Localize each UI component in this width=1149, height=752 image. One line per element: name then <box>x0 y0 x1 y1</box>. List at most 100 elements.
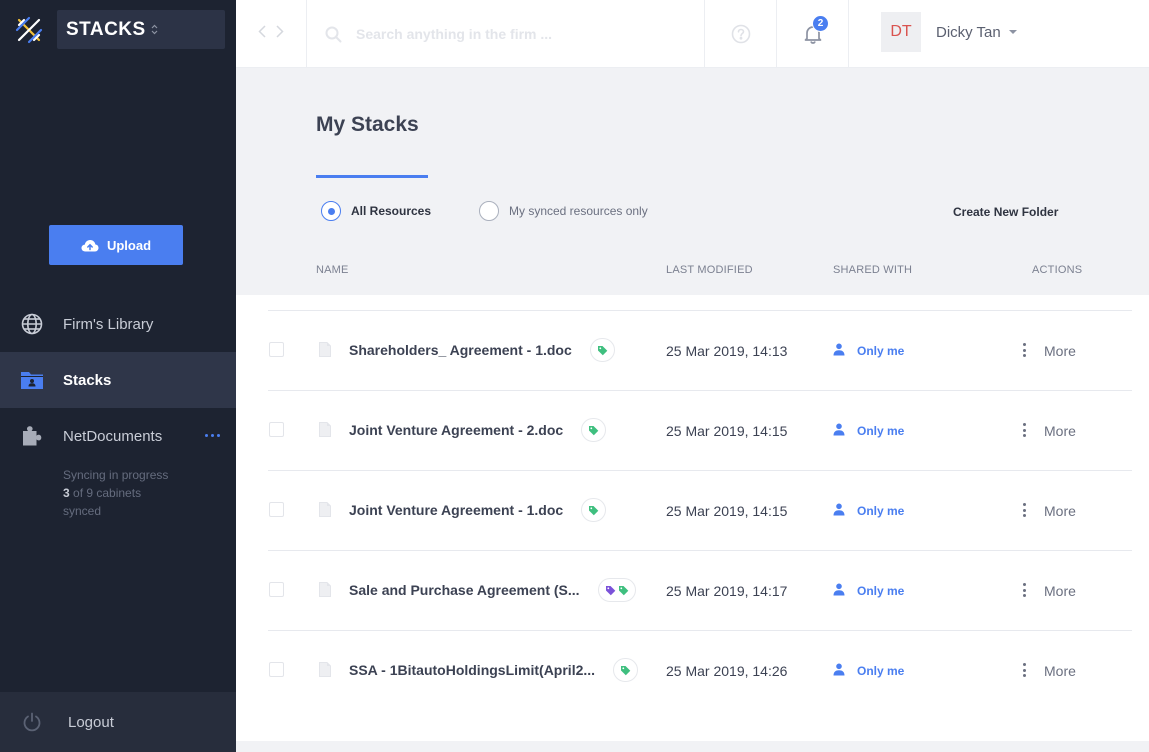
sidebar-item-label: NetDocuments <box>63 427 163 445</box>
resources-table: Shareholders_ Agreement - 1.doc 25 Mar 2… <box>236 295 1149 741</box>
row-checkbox[interactable] <box>269 582 284 597</box>
tags-pill[interactable] <box>581 418 606 442</box>
file-name[interactable]: SSA - 1BitautoHoldingsLimit(April2... <box>349 662 595 678</box>
search-icon <box>325 26 342 42</box>
row-checkbox[interactable] <box>269 502 284 517</box>
forward-arrow-icon[interactable] <box>276 25 284 43</box>
column-header-shared-with: SHARED WITH <box>833 264 913 276</box>
notification-count-badge: 2 <box>812 15 829 32</box>
shared-with[interactable]: Only me <box>857 504 904 518</box>
upload-button[interactable]: Upload <box>49 225 183 265</box>
search-bar <box>307 0 705 68</box>
upload-button-label: Upload <box>106 237 152 253</box>
person-icon <box>833 423 845 436</box>
column-header-last-modified[interactable]: LAST MODIFIED <box>666 264 753 276</box>
logout-button[interactable]: Logout <box>0 692 236 752</box>
caret-down-icon <box>1008 30 1017 34</box>
last-modified: 25 Mar 2019, 14:17 <box>666 583 788 599</box>
more-actions-button[interactable]: More <box>1044 583 1076 599</box>
filter-synced-only[interactable]: My synced resources only <box>479 201 648 221</box>
app-name: STACKS <box>66 18 146 40</box>
sidebar-item-label: Firm's Library <box>63 315 154 333</box>
notifications-button[interactable]: 2 <box>777 0 849 68</box>
sync-status-line: synced <box>63 504 102 518</box>
document-icon <box>319 582 331 597</box>
kebab-menu-icon[interactable] <box>1023 343 1026 357</box>
table-bottom-strip <box>236 741 1149 752</box>
filter-label: All Resources <box>351 204 432 218</box>
back-arrow-icon[interactable] <box>258 25 266 43</box>
table-row[interactable]: Joint Venture Agreement - 1.doc 25 Mar 2… <box>268 470 1132 550</box>
user-menu[interactable]: DT Dicky Tan <box>881 12 1017 52</box>
table-row[interactable]: Shareholders_ Agreement - 1.doc 25 Mar 2… <box>268 310 1132 390</box>
stacks-logo-icon[interactable] <box>15 16 43 44</box>
document-icon <box>319 662 331 677</box>
shared-with[interactable]: Only me <box>857 664 904 678</box>
tag-green-icon <box>598 345 608 355</box>
person-icon <box>833 583 845 596</box>
tag-purple-icon <box>606 585 616 595</box>
column-header-name[interactable]: NAME <box>316 264 349 276</box>
sync-status-line: Syncing in progress <box>63 468 169 482</box>
tag-green-icon <box>621 665 631 675</box>
shared-with[interactable]: Only me <box>857 424 904 438</box>
top-bar: 2 DT Dicky Tan <box>236 0 1149 68</box>
globe-icon <box>20 312 44 336</box>
help-button[interactable] <box>705 0 777 68</box>
row-checkbox[interactable] <box>269 422 284 437</box>
file-name[interactable]: Joint Venture Agreement - 2.doc <box>349 422 563 438</box>
sidebar-item-stacks[interactable]: Stacks <box>0 352 236 408</box>
tags-pill[interactable] <box>598 578 636 602</box>
kebab-menu-icon[interactable] <box>1023 663 1026 677</box>
shared-with[interactable]: Only me <box>857 344 904 358</box>
more-actions-button[interactable]: More <box>1044 343 1076 359</box>
more-options-icon[interactable] <box>205 434 220 437</box>
file-name[interactable]: Shareholders_ Agreement - 1.doc <box>349 342 572 358</box>
sidebar-item-firms-library[interactable]: Firm's Library <box>0 296 236 352</box>
more-actions-button[interactable]: More <box>1044 503 1076 519</box>
file-name[interactable]: Joint Venture Agreement - 1.doc <box>349 502 563 518</box>
user-name: Dicky Tan <box>936 23 1001 41</box>
document-icon <box>319 342 331 357</box>
person-icon <box>833 343 845 356</box>
shared-with[interactable]: Only me <box>857 584 904 598</box>
document-icon <box>319 502 331 517</box>
tag-green-icon <box>589 425 599 435</box>
last-modified: 25 Mar 2019, 14:26 <box>666 663 788 679</box>
tag-green-icon <box>619 585 629 595</box>
search-input[interactable] <box>356 26 696 42</box>
create-new-folder-button[interactable]: Create New Folder <box>953 205 1058 219</box>
more-actions-button[interactable]: More <box>1044 663 1076 679</box>
radio-selected-icon <box>321 201 341 221</box>
history-navigation <box>236 0 307 68</box>
page-title: My Stacks <box>316 113 419 136</box>
table-row[interactable]: SSA - 1BitautoHoldingsLimit(April2... 25… <box>268 630 1132 710</box>
shared-folder-icon <box>20 368 44 392</box>
tags-pill[interactable] <box>590 338 615 362</box>
more-actions-button[interactable]: More <box>1044 423 1076 439</box>
kebab-menu-icon[interactable] <box>1023 503 1026 517</box>
sidebar: STACKS Upload Firm's Library Stacks NetD… <box>0 0 236 752</box>
row-checkbox[interactable] <box>269 342 284 357</box>
sync-total: of 9 cabinets <box>69 486 142 500</box>
last-modified: 25 Mar 2019, 14:15 <box>666 503 788 519</box>
tags-pill[interactable] <box>581 498 606 522</box>
sync-count: 3 <box>63 486 70 500</box>
tags-pill[interactable] <box>613 658 638 682</box>
kebab-menu-icon[interactable] <box>1023 423 1026 437</box>
table-row[interactable]: Sale and Purchase Agreement (S... 25 Mar… <box>268 550 1132 630</box>
kebab-menu-icon[interactable] <box>1023 583 1026 597</box>
logout-label: Logout <box>68 713 114 731</box>
file-name[interactable]: Sale and Purchase Agreement (S... <box>349 582 580 598</box>
last-modified: 25 Mar 2019, 14:13 <box>666 343 788 359</box>
filter-label: My synced resources only <box>509 204 648 218</box>
cloud-upload-icon <box>81 239 99 251</box>
radio-unselected-icon <box>479 201 499 221</box>
chevron-up-down-icon <box>151 24 158 35</box>
sidebar-item-netdocuments[interactable]: NetDocuments <box>0 408 236 464</box>
app-switcher[interactable]: STACKS <box>57 10 225 49</box>
table-row[interactable]: Joint Venture Agreement - 2.doc 25 Mar 2… <box>268 390 1132 470</box>
row-checkbox[interactable] <box>269 662 284 677</box>
filter-all-resources[interactable]: All Resources <box>321 201 431 221</box>
sidebar-item-label: Stacks <box>63 371 112 389</box>
